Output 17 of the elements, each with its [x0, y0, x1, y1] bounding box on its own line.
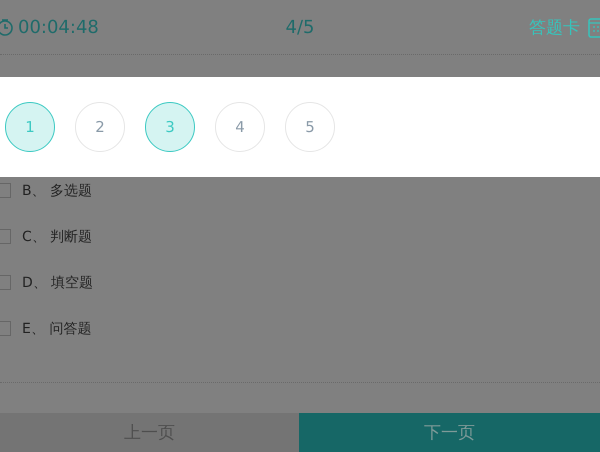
timer-text: 00:04:48 [18, 16, 99, 38]
option-label: D、 填空题 [22, 274, 94, 292]
question-number-button[interactable]: 4 [215, 102, 265, 152]
answer-card-link[interactable]: 答题卡 [529, 16, 580, 38]
checkbox[interactable] [0, 275, 11, 290]
checkbox[interactable] [0, 183, 11, 198]
question-number-button[interactable]: 1 [5, 102, 55, 152]
question-number-button[interactable]: 2 [75, 102, 125, 152]
next-page-button[interactable]: 下一页 [299, 413, 600, 452]
option-label: B、 多选题 [22, 182, 92, 200]
option-label: E、 问答题 [22, 320, 92, 338]
option-label: C、 判断题 [22, 228, 92, 246]
checkbox[interactable] [0, 321, 11, 336]
timer-icon [0, 18, 14, 36]
checkbox[interactable] [0, 229, 11, 244]
question-number-button[interactable]: 5 [285, 102, 335, 152]
question-number-button[interactable]: 3 [145, 102, 195, 152]
